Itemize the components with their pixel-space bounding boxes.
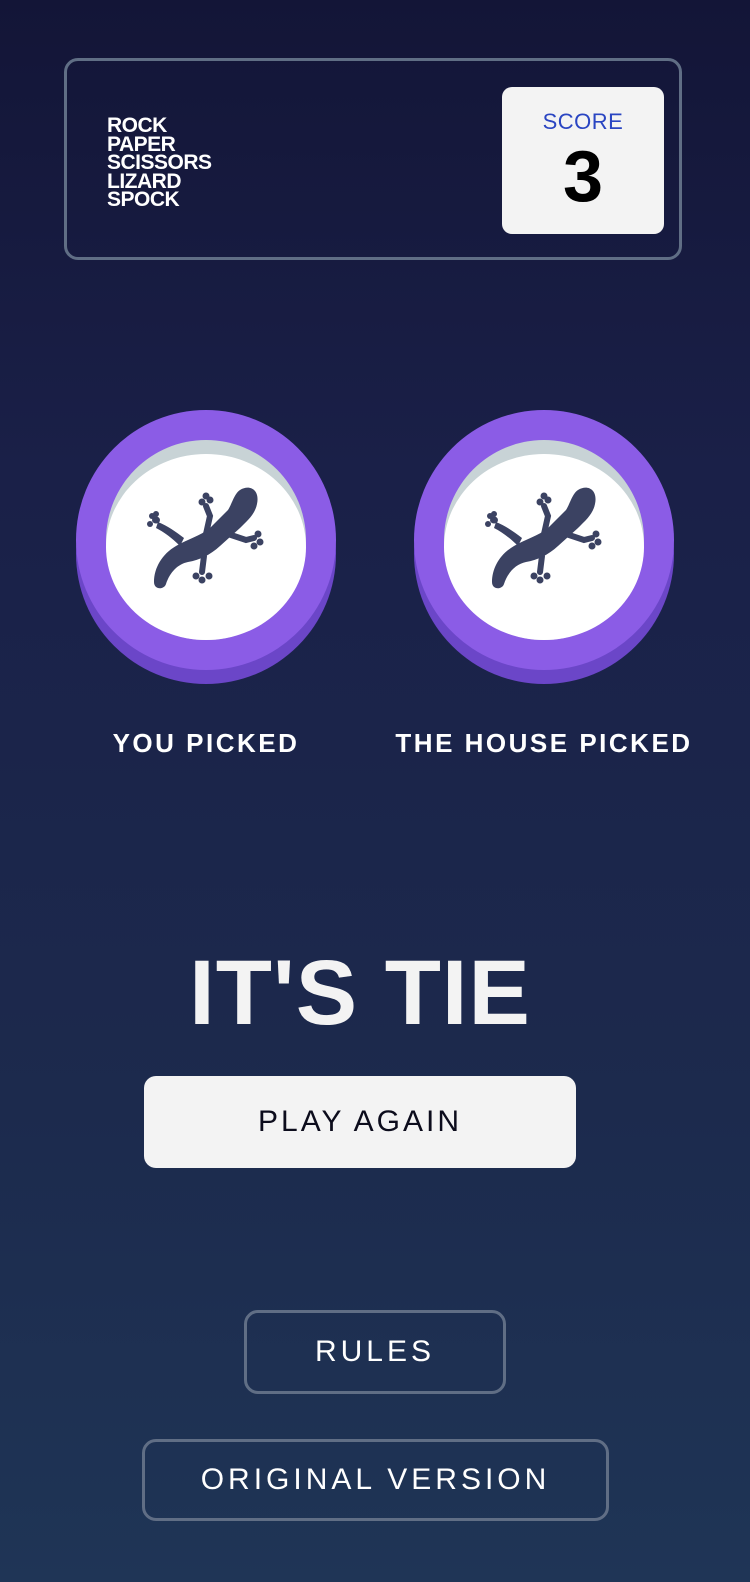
result-text: IT'S TIE: [189, 942, 531, 1044]
game-title: ROCK PAPER SCISSORS LIZARD SPOCK: [107, 115, 212, 211]
player-lizard-token: [76, 410, 336, 684]
rules-button[interactable]: RULES: [244, 1310, 506, 1394]
you-picked-label: YOU PICKED: [112, 728, 300, 758]
house-lizard-token: [414, 410, 674, 684]
player-pick: YOU PICKED: [76, 410, 336, 758]
scoreboard-header: ROCK PAPER SCISSORS LIZARD SPOCK SCORE 3: [64, 58, 682, 260]
score-box: SCORE 3: [502, 87, 664, 234]
original-version-button[interactable]: ORIGINAL VERSION: [142, 1439, 609, 1521]
house-pick: THE HOUSE PICKED: [395, 410, 690, 758]
lizard-icon: [485, 487, 602, 589]
lizard-icon: [147, 487, 264, 589]
score-label: SCORE: [542, 109, 624, 134]
score-value: 3: [562, 137, 604, 217]
play-again-button[interactable]: PLAY AGAIN: [144, 1076, 576, 1168]
house-picked-label: THE HOUSE PICKED: [395, 728, 693, 758]
title-line-spock: SPOCK: [107, 188, 180, 211]
